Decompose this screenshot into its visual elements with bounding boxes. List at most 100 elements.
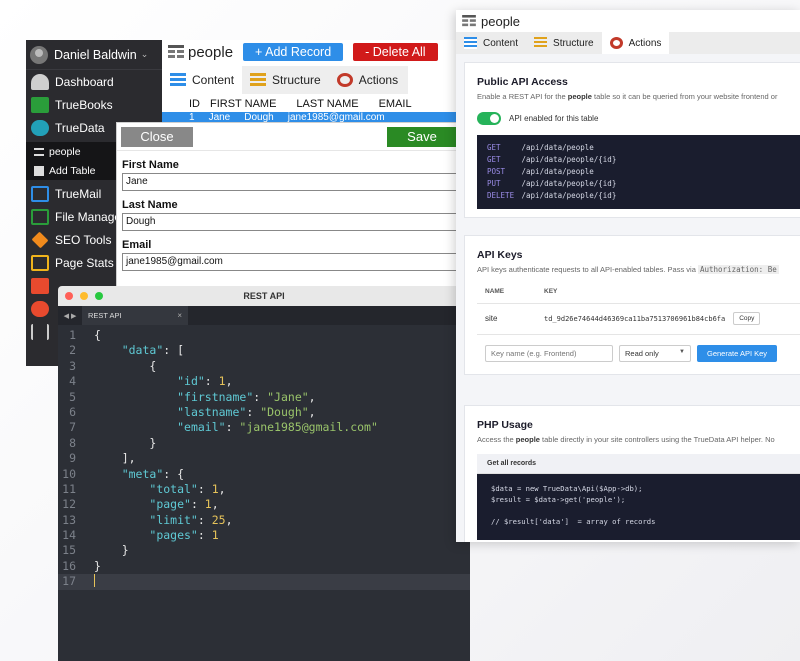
code-line: 4 "id": 1, <box>58 374 470 389</box>
table-icon <box>168 45 184 58</box>
tab-structure[interactable]: Structure <box>526 32 602 54</box>
code-text: "page": 1, <box>149 497 219 512</box>
window-title: REST API <box>243 291 285 301</box>
add-record-button[interactable]: + Add Record <box>243 43 344 61</box>
copy-button[interactable]: Copy <box>733 312 761 325</box>
editor-tab[interactable]: REST API × <box>82 306 188 325</box>
sidebar-item-truebooks[interactable]: TrueBooks <box>26 94 162 116</box>
tab-content[interactable]: Content <box>456 32 526 54</box>
tab-actions[interactable]: Actions <box>329 66 406 94</box>
editor-tab-label: REST API <box>88 311 122 320</box>
table-icon <box>462 15 476 27</box>
page-title: people <box>188 43 234 61</box>
line-number: 2 <box>69 343 76 358</box>
line-number: 16 <box>62 558 76 573</box>
code-text: "total": 1, <box>149 481 226 496</box>
tab-nav-arrows-icon[interactable]: ◀ ▶ <box>58 312 82 320</box>
column-header: FIRST NAME <box>210 98 277 110</box>
code-body[interactable]: 1{2 "data": [3 {4 "id": 1, 5 "firstname":… <box>58 325 470 590</box>
keys-table-header: NAME KEY <box>485 288 800 295</box>
diamond-icon <box>31 231 49 249</box>
line-number: 4 <box>69 374 76 389</box>
first-name-field[interactable]: Jane <box>122 173 458 191</box>
editor-tab-bar: ◀ ▶ REST API × <box>58 306 470 325</box>
table-row: site td_9d26e74644d46369ca11ba7513706961… <box>485 312 800 325</box>
delete-all-button[interactable]: - Delete All <box>353 43 438 61</box>
sidebar-subitem-label: people <box>49 145 81 158</box>
section-heading: API Keys <box>477 249 523 261</box>
code-text: "firstname": "Jane", <box>177 389 316 404</box>
code-line: 15 } <box>58 543 470 558</box>
code-editor-window: REST API ◀ ▶ REST API × 1{2 "data": [3 {… <box>58 286 470 661</box>
text-cursor <box>94 574 95 588</box>
generate-api-key-button[interactable]: Generate API Key <box>697 345 778 362</box>
close-button[interactable]: Close <box>121 126 193 147</box>
select-value: Read only <box>625 349 659 358</box>
key-name-input[interactable] <box>485 345 613 362</box>
code-text: "meta": { <box>121 466 185 481</box>
last-name-label: Last Name <box>122 199 178 211</box>
code-text <box>82 574 95 589</box>
structure-icon <box>534 37 548 49</box>
tab-bar: Content Structure Actions <box>456 32 800 54</box>
last-name-field[interactable]: Dough <box>122 213 458 231</box>
sidebar-item-label: TrueBooks <box>55 98 113 112</box>
actions-panel: people Content Structure Actions Public … <box>456 10 800 542</box>
php-code-block: $data = new TrueData\Api($App->db); $res… <box>477 474 800 540</box>
code-line: 16} <box>58 559 470 574</box>
line-number: 9 <box>69 451 76 466</box>
column-header: ID <box>189 98 200 110</box>
scope-select[interactable]: Read only ▼ <box>619 345 691 362</box>
column-header: KEY <box>544 288 558 295</box>
line-number: 10 <box>62 466 76 481</box>
speedometer-icon <box>31 74 49 90</box>
tab-label: Structure <box>272 73 321 87</box>
tab-content[interactable]: Content <box>162 66 243 94</box>
save-button[interactable]: Save <box>387 126 457 147</box>
tab-actions[interactable]: Actions <box>601 32 670 54</box>
sidebar-item-dashboard[interactable]: Dashboard <box>26 71 162 93</box>
code-line: 1{ <box>58 328 470 343</box>
line-number: 11 <box>62 481 76 496</box>
code-line: $result = $data->get('people'); <box>491 495 626 504</box>
code-line: 2 "data": [ <box>58 343 470 358</box>
sidebar-item-label: TrueMail <box>55 187 102 201</box>
email-field[interactable]: jane1985@gmail.com <box>122 253 458 271</box>
code-text: } <box>94 435 157 450</box>
sliders-icon <box>31 324 49 340</box>
user-menu[interactable]: Daniel Baldwin ⌄ <box>26 40 162 70</box>
code-text: } <box>94 558 101 573</box>
endpoint-row: GET /api/data/people <box>487 143 594 152</box>
user-name: Daniel Baldwin <box>54 47 137 62</box>
plus-square-icon <box>34 165 44 176</box>
tab-label: Structure <box>553 37 594 49</box>
close-icon[interactable]: × <box>177 311 182 320</box>
endpoint-list: GET /api/data/people GET /api/data/peopl… <box>477 135 800 209</box>
file-manager-icon <box>31 209 49 225</box>
code-line: 14 "pages": 1 <box>58 528 470 543</box>
sidebar-item-label: File Manage <box>55 210 122 224</box>
sidebar-item-label: Dashboard <box>55 75 114 89</box>
section-heading: Public API Access <box>477 76 568 88</box>
section-heading: PHP Usage <box>477 419 533 431</box>
code-text: "limit": 25, <box>149 512 233 527</box>
table-icon <box>464 37 477 49</box>
section-description: API keys authenticate requests to all AP… <box>477 265 779 274</box>
code-line: 6 "lastname": "Dough", <box>58 405 470 420</box>
line-number: 15 <box>62 543 76 558</box>
tab-structure[interactable]: Structure <box>242 66 329 94</box>
php-usage-card: PHP Usage Access the people table direct… <box>464 405 800 542</box>
line-number: 17 <box>62 574 76 589</box>
code-text: "pages": 1 <box>149 528 219 543</box>
wallet-icon <box>31 255 49 271</box>
code-line: 7 "email": "jane1985@gmail.com" <box>58 420 470 435</box>
gear-icon <box>609 37 623 49</box>
email-label: Email <box>122 239 152 251</box>
api-enabled-toggle[interactable] <box>477 112 501 125</box>
structure-icon <box>250 73 267 87</box>
code-text: "data": [ <box>121 343 185 358</box>
code-text: "id": 1, <box>177 374 233 389</box>
column-header: LAST NAME <box>296 98 359 110</box>
code-line: 12 "page": 1, <box>58 497 470 512</box>
